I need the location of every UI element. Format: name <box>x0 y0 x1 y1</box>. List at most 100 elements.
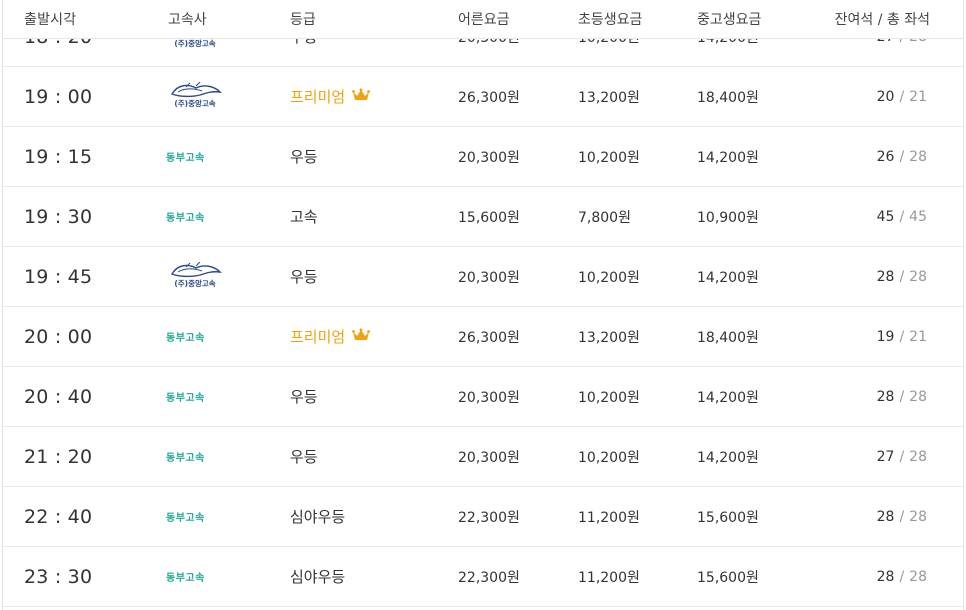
table-row[interactable]: 20 : 00 동부고속 프리미엄 26,300원 13,200원 18,400원 19/2… <box>3 307 963 367</box>
teen-fare: 14,200원 <box>697 149 759 166</box>
teen-fare: 18,400원 <box>697 329 759 346</box>
dongbu-logo: 동부고속 <box>166 153 205 164</box>
crown-icon <box>352 327 371 346</box>
teen-fare: 14,200원 <box>697 269 759 286</box>
header-time: 출발시각 <box>24 12 77 28</box>
seats-total: 45 <box>909 208 927 225</box>
seats-remaining: 28 <box>876 388 895 405</box>
departure-time: 20 : 40 <box>24 385 93 408</box>
seat-count: 28/28 <box>877 547 927 606</box>
bus-grade: 프리미엄 <box>290 67 371 126</box>
table-row[interactable]: 22 : 40 동부고속 심야우등 22,300원 11,200원 15,600원 28/2… <box>3 487 963 547</box>
seats-remaining: 26 <box>876 148 895 165</box>
bus-grade: 심야우등 <box>290 487 345 546</box>
grade-label: 심야우등 <box>290 568 346 586</box>
seats-remaining: 28 <box>876 568 895 585</box>
grade-label: 우등 <box>290 448 318 466</box>
child-fare: 10,200원 <box>578 449 640 466</box>
dongbu-logo: 동부고속 <box>166 393 205 404</box>
teen-fare: 15,600원 <box>697 569 759 586</box>
jungang-logo-icon: (주)중앙고속 <box>166 261 224 292</box>
seat-separator: / <box>899 568 905 585</box>
departure-time: 19 : 00 <box>24 85 93 108</box>
table-row[interactable]: 19 : 30 동부고속 고속 15,600원 7,800원 10,900원 45/45 <box>3 187 963 247</box>
dongbu-logo: 동부고속 <box>166 513 205 524</box>
header-child-fare: 초등생요금 <box>578 12 643 28</box>
departure-time: 21 : 20 <box>24 445 93 468</box>
header-teen-fare: 중고생요금 <box>697 12 762 28</box>
dongbu-logo: 동부고속 <box>166 453 205 464</box>
seats-total: 21 <box>909 88 927 105</box>
departure-time: 19 : 45 <box>24 265 93 288</box>
bus-schedule-table: 18 : 20(주)중앙고속우등20,300원10,200원14,200원27/… <box>2 0 964 610</box>
table-row[interactable]: 21 : 20 동부고속 우등 20,300원 10,200원 14,200원 27/28 <box>3 427 963 487</box>
bus-company: 동부고속 <box>166 547 205 606</box>
teen-fare: 14,200원 <box>697 389 759 406</box>
seat-count: 20/21 <box>877 67 927 126</box>
bus-company: 동부고속 <box>166 127 205 186</box>
header-grade: 등급 <box>290 12 316 28</box>
child-fare: 10,200원 <box>578 149 640 166</box>
bus-company: 동부고속 <box>166 307 205 366</box>
seats-remaining: 45 <box>876 208 895 225</box>
departure-time: 19 : 30 <box>24 205 93 228</box>
seat-separator: / <box>899 388 905 405</box>
crown-icon <box>352 87 371 106</box>
child-fare: 10,200원 <box>578 389 640 406</box>
adult-fare: 22,300원 <box>458 569 520 586</box>
grade-label: 고속 <box>290 208 318 226</box>
dongbu-logo: 동부고속 <box>166 213 205 224</box>
jungang-logo-text: (주)중앙고속 <box>174 38 215 48</box>
table-row[interactable]: 19 : 15 동부고속 우등 20,300원 10,200원 14,200원 26/28 <box>3 127 963 187</box>
table-row[interactable]: 19 : 45 (주)중앙고속 우등 20,300원 10,200원 14,200원 28/… <box>3 247 963 307</box>
departure-time: 19 : 15 <box>24 145 93 168</box>
dongbu-logo: 동부고속 <box>166 573 205 584</box>
child-fare: 11,200원 <box>578 509 640 526</box>
bus-grade: 고속 <box>290 187 318 246</box>
table-header: 출발시각 고속사 등급 어른요금 초등생요금 중고생요금 잔여석 / 총 좌석 <box>3 0 963 39</box>
departure-time: 22 : 40 <box>24 505 93 528</box>
seats-remaining: 28 <box>876 508 895 525</box>
adult-fare: 20,300원 <box>458 149 520 166</box>
seats-total: 28 <box>909 448 927 465</box>
child-fare: 7,800원 <box>578 209 631 226</box>
seat-count: 19/21 <box>877 307 927 366</box>
table-row[interactable]: 20 : 40 동부고속 우등 20,300원 10,200원 14,200원 28/28 <box>3 367 963 427</box>
bus-grade: 프리미엄 <box>290 307 371 366</box>
seat-count: 26/28 <box>877 127 927 186</box>
table-row[interactable]: 19 : 00 (주)중앙고속 프리미엄 26,300원 13,200원 18,400원 2… <box>3 67 963 127</box>
seat-separator: / <box>899 328 905 345</box>
jungang-logo-text: (주)중앙고속 <box>174 278 215 288</box>
bus-company: 동부고속 <box>166 427 205 486</box>
header-company: 고속사 <box>168 12 207 28</box>
bus-company: (주)중앙고속 <box>166 67 224 126</box>
table-row[interactable]: 23 : 30 동부고속 심야우등 22,300원 11,200원 15,600원 28/2… <box>3 547 963 607</box>
seat-separator: / <box>899 208 905 225</box>
dongbu-logo: 동부고속 <box>166 333 205 344</box>
seat-separator: / <box>899 88 905 105</box>
seat-count: 28/28 <box>877 247 927 306</box>
seat-separator: / <box>899 508 905 525</box>
teen-fare: 14,200원 <box>697 449 759 466</box>
jungang-logo-text: (주)중앙고속 <box>174 98 215 108</box>
grade-label: 프리미엄 <box>290 88 346 106</box>
grade-label: 프리미엄 <box>290 328 346 346</box>
seats-total: 21 <box>909 328 927 345</box>
adult-fare: 20,300원 <box>458 449 520 466</box>
seats-remaining: 28 <box>876 268 895 285</box>
bus-company: 동부고속 <box>166 367 205 426</box>
child-fare: 10,200원 <box>578 269 640 286</box>
seat-count: 28/28 <box>877 367 927 426</box>
child-fare: 13,200원 <box>578 329 640 346</box>
seats-total: 28 <box>909 388 927 405</box>
grade-label: 우등 <box>290 148 318 166</box>
seats-total: 28 <box>909 508 927 525</box>
seats-total: 28 <box>909 268 927 285</box>
teen-fare: 15,600원 <box>697 509 759 526</box>
adult-fare: 22,300원 <box>458 509 520 526</box>
adult-fare: 26,300원 <box>458 329 520 346</box>
adult-fare: 20,300원 <box>458 389 520 406</box>
header-adult-fare: 어른요금 <box>458 12 510 28</box>
seats-remaining: 20 <box>876 88 895 105</box>
grade-label: 우등 <box>290 268 318 286</box>
